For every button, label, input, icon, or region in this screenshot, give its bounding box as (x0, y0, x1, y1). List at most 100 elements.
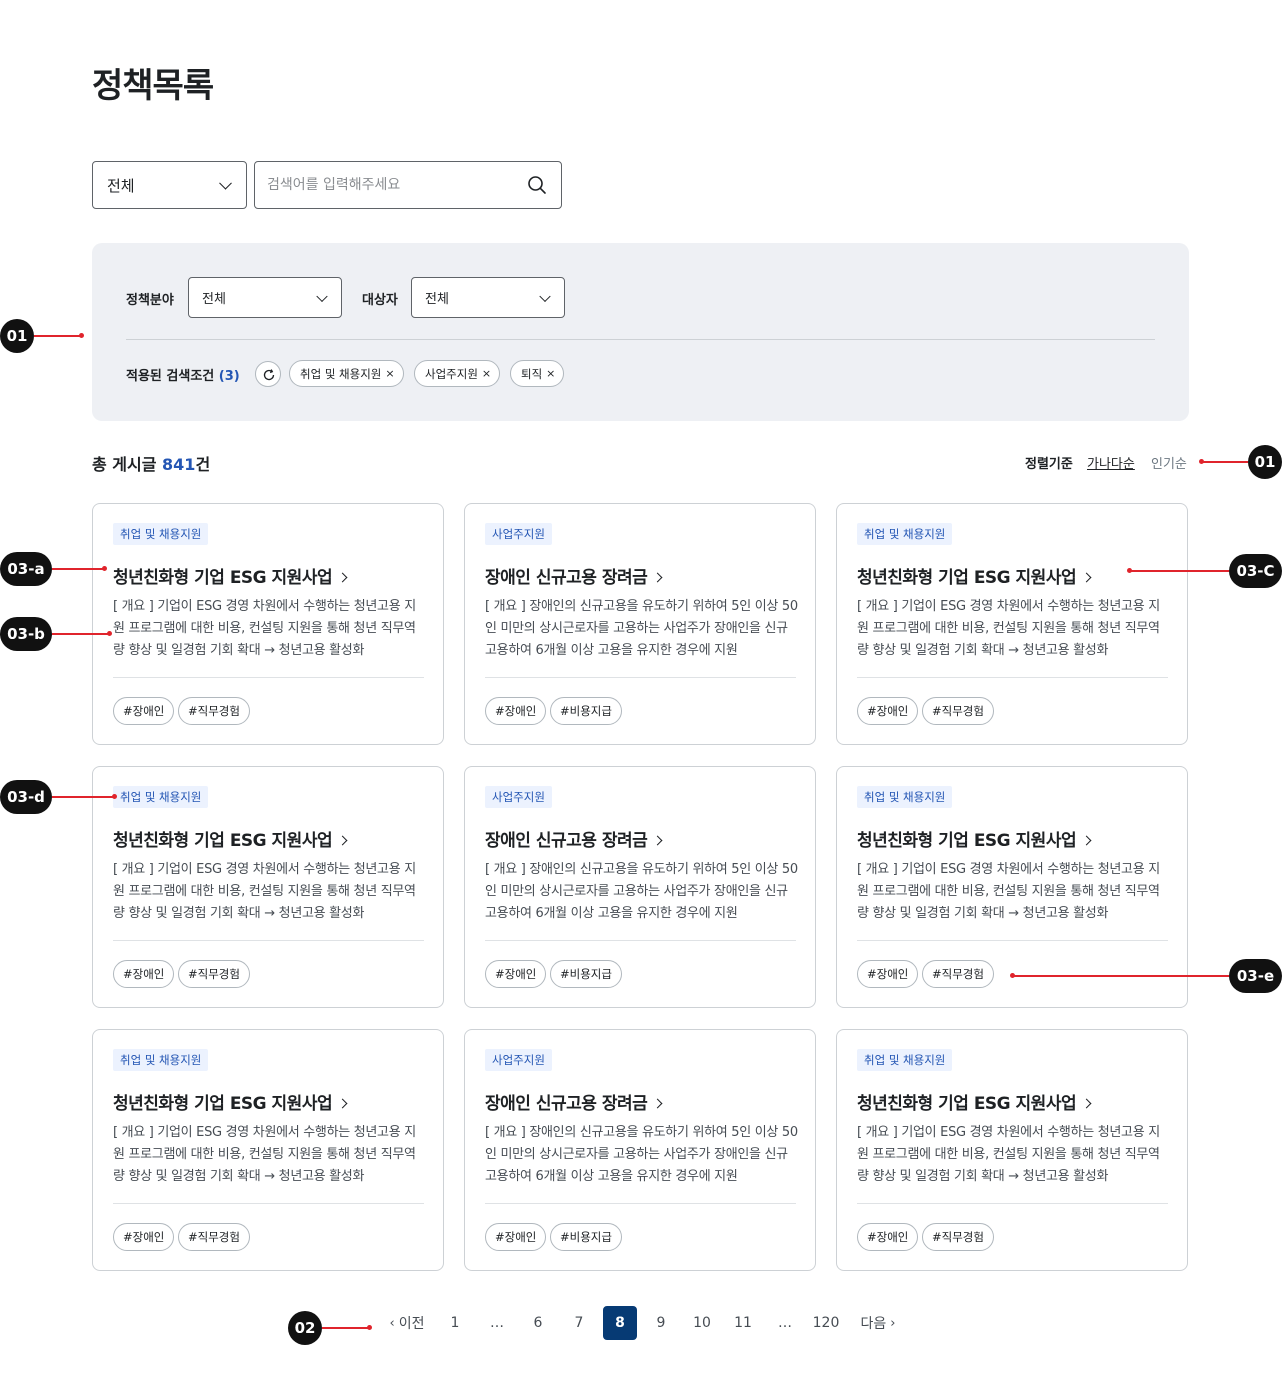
hashtag[interactable]: #직무경험 (178, 960, 250, 988)
policy-card[interactable]: 취업 및 채용지원 청년친화형 기업 ESG 지원사업 [ 개요 ] 기업이 ESG… (836, 503, 1188, 745)
card-description: [ 개요 ] 장애인의 신규고용을 유도하기 위하여 5인 이상 50인 미만의… (485, 862, 798, 921)
chevron-left-icon: ‹ (389, 1315, 395, 1331)
card-description: [ 개요 ] 장애인의 신규고용을 유도하기 위하여 5인 이상 50인 미만의… (485, 599, 798, 658)
filter-chip[interactable]: 사업주지원 × (414, 360, 501, 387)
annotation-marker: 03-b (0, 617, 52, 651)
annotation-dot (112, 794, 117, 799)
hashtag[interactable]: #장애인 (113, 697, 175, 725)
chevron-down-icon (316, 290, 328, 302)
policy-card[interactable]: 취업 및 채용지원 청년친화형 기업 ESG 지원사업 [ 개요 ] 기업이 ESG… (836, 766, 1188, 1008)
card-title[interactable]: 청년친화형 기업 ESG 지원사업 (857, 563, 1092, 588)
category-badge: 취업 및 채용지원 (113, 786, 209, 808)
page-ellipsis: … (778, 1315, 792, 1331)
total-prefix: 총 게시글 (92, 455, 163, 474)
chevron-right-icon (1081, 572, 1092, 583)
card-title-text: 장애인 신규고용 장려금 (485, 831, 648, 851)
card-description: [ 개요 ] 장애인의 신규고용을 유도하기 위하여 5인 이상 50인 미만의… (485, 1125, 798, 1184)
page-number[interactable]: 6 (521, 1306, 555, 1340)
close-icon[interactable]: × (482, 367, 491, 380)
card-divider (857, 677, 1168, 678)
prev-label: 이전 (398, 1316, 425, 1332)
page-current[interactable]: 8 (603, 1306, 637, 1340)
target-select[interactable]: 전체 (411, 277, 565, 318)
total-number: 841 (162, 455, 196, 474)
card-divider (113, 1203, 424, 1204)
card-title[interactable]: 장애인 신규고용 장려금 (485, 1089, 663, 1114)
card-title-text: 청년친화형 기업 ESG 지원사업 (113, 1094, 333, 1114)
filter-chip[interactable]: 퇴직 × (510, 360, 565, 387)
hashtag[interactable]: #장애인 (485, 960, 547, 988)
card-title[interactable]: 장애인 신규고용 장려금 (485, 563, 663, 588)
annotation-dot (367, 1325, 372, 1330)
hashtag[interactable]: #비용지급 (550, 1223, 622, 1251)
policy-card[interactable]: 취업 및 채용지원 청년친화형 기업 ESG 지원사업 [ 개요 ] 기업이 ESG… (92, 1029, 444, 1271)
hashtag[interactable]: #장애인 (113, 960, 175, 988)
next-label: 다음 (860, 1316, 887, 1332)
hashtag[interactable]: #장애인 (113, 1223, 175, 1251)
sort-alphabetical[interactable]: 가나다순 (1087, 453, 1135, 472)
hashtag[interactable]: #장애인 (485, 1223, 547, 1251)
page-number[interactable]: 7 (562, 1306, 596, 1340)
hashtag[interactable]: #직무경험 (178, 1223, 250, 1251)
card-title[interactable]: 장애인 신규고용 장려금 (485, 826, 663, 851)
hashtag[interactable]: #비용지급 (550, 697, 622, 725)
category-badge: 취업 및 채용지원 (113, 1049, 209, 1071)
annotation-dot (1010, 973, 1015, 978)
page-number[interactable]: 11 (726, 1306, 760, 1340)
hashtag[interactable]: #직무경험 (922, 1223, 994, 1251)
policy-card[interactable]: 사업주지원 장애인 신규고용 장려금 [ 개요 ] 장애인의 신규고용을 유도하기 … (464, 766, 816, 1008)
category-badge: 취업 및 채용지원 (113, 523, 209, 545)
hashtag[interactable]: #장애인 (485, 697, 547, 725)
policy-card[interactable]: 취업 및 채용지원 청년친화형 기업 ESG 지원사업 [ 개요 ] 기업이 ESG… (92, 503, 444, 745)
hashtag[interactable]: #비용지급 (550, 960, 622, 988)
card-title-text: 청년친화형 기업 ESG 지원사업 (857, 1094, 1077, 1114)
annotation-line (1013, 975, 1229, 977)
card-divider (113, 940, 424, 941)
policy-card[interactable]: 사업주지원 장애인 신규고용 장려금 [ 개요 ] 장애인의 신규고용을 유도하기 … (464, 503, 816, 745)
card-description: [ 개요 ] 기업이 ESG 경영 차원에서 수행하는 청년고용 지원 프로그램… (857, 599, 1160, 658)
hashtag[interactable]: #장애인 (857, 960, 919, 988)
reset-filters-button[interactable] (255, 361, 281, 387)
card-title[interactable]: 청년친화형 기업 ESG 지원사업 (113, 563, 348, 588)
category-badge: 취업 및 채용지원 (857, 1049, 953, 1071)
card-title[interactable]: 청년친화형 기업 ESG 지원사업 (857, 1089, 1092, 1114)
search-box (254, 161, 562, 209)
hashtag[interactable]: #직무경험 (922, 960, 994, 988)
total-suffix: 건 (195, 455, 211, 474)
filter-chip[interactable]: 취업 및 채용지원 × (289, 360, 404, 387)
close-icon[interactable]: × (546, 367, 555, 380)
filter-panel (92, 243, 1189, 421)
hashtag[interactable]: #장애인 (857, 697, 919, 725)
page-number[interactable]: 1 (438, 1306, 472, 1340)
hashtag[interactable]: #장애인 (857, 1223, 919, 1251)
policy-field-value: 전체 (202, 292, 226, 307)
annotation-dot (102, 566, 107, 571)
card-title[interactable]: 청년친화형 기업 ESG 지원사업 (113, 826, 348, 851)
policy-card[interactable]: 사업주지원 장애인 신규고용 장려금 [ 개요 ] 장애인의 신규고용을 유도하기 … (464, 1029, 816, 1271)
policy-card[interactable]: 취업 및 채용지원 청년친화형 기업 ESG 지원사업 [ 개요 ] 기업이 ESG… (836, 1029, 1188, 1271)
prev-page-button[interactable]: ‹ 이전 (386, 1306, 428, 1340)
card-divider (485, 677, 796, 678)
sort-popular[interactable]: 인기순 (1151, 453, 1187, 472)
page-number[interactable]: 9 (644, 1306, 678, 1340)
search-input[interactable] (255, 162, 505, 208)
page-number[interactable]: 10 (685, 1306, 719, 1340)
page-number[interactable]: 120 (809, 1306, 843, 1340)
hashtag[interactable]: #직무경험 (922, 697, 994, 725)
applied-label-text: 적용된 검색조건 (126, 369, 215, 384)
card-title[interactable]: 청년친화형 기업 ESG 지원사업 (113, 1089, 348, 1114)
annotation-line (52, 796, 115, 798)
policy-card[interactable]: 취업 및 채용지원 청년친화형 기업 ESG 지원사업 [ 개요 ] 기업이 ESG… (92, 766, 444, 1008)
search-icon[interactable] (527, 175, 547, 195)
panel-divider (126, 339, 1155, 340)
next-page-button[interactable]: 다음 › (857, 1306, 899, 1340)
refresh-icon (263, 369, 275, 381)
hashtag[interactable]: #직무경험 (178, 697, 250, 725)
close-icon[interactable]: × (385, 367, 394, 380)
chevron-right-icon (1081, 835, 1092, 846)
annotation-line (1202, 461, 1248, 463)
policy-field-select[interactable]: 전체 (188, 277, 342, 318)
card-title[interactable]: 청년친화형 기업 ESG 지원사업 (857, 826, 1092, 851)
category-select[interactable]: 전체 (92, 161, 247, 209)
card-divider (113, 677, 424, 678)
